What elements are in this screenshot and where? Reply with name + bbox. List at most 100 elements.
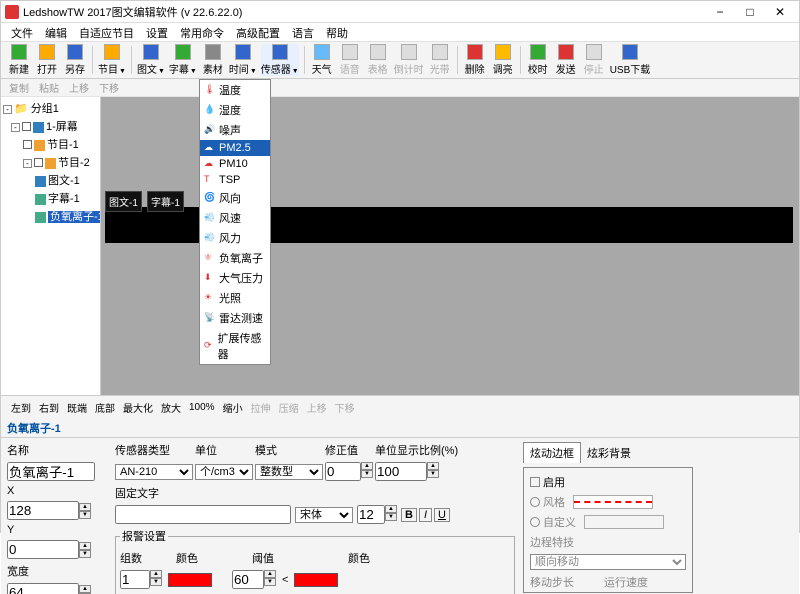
- corr-input[interactable]: [325, 462, 361, 481]
- tb-timesync[interactable]: 校时: [526, 44, 550, 76]
- menu-help[interactable]: 帮助: [320, 23, 354, 41]
- tb-time[interactable]: 时间▼: [229, 44, 257, 76]
- x-down[interactable]: ▼: [79, 511, 91, 519]
- align-5[interactable]: 放大: [161, 400, 181, 415]
- tab-border[interactable]: 炫动边框: [523, 442, 581, 463]
- sensor-type-select[interactable]: AN-210: [115, 464, 193, 480]
- align-2[interactable]: 既端: [67, 400, 87, 415]
- align-6[interactable]: 100%: [189, 402, 215, 413]
- tb-new[interactable]: 新建: [7, 44, 31, 76]
- align-1[interactable]: 右到: [39, 400, 59, 415]
- x-input[interactable]: [7, 501, 79, 520]
- tb-sensor[interactable]: 传感器▼: [261, 44, 299, 76]
- custom-radio[interactable]: [530, 517, 540, 527]
- tb-send[interactable]: 发送: [554, 44, 578, 76]
- custom-browse[interactable]: [584, 515, 664, 529]
- tb-subtitle[interactable]: 字幕▼: [169, 44, 197, 76]
- program-tree[interactable]: -📁 分组1 -1-屏幕 节目-1 -节目-2 图文-1 字幕-1 负氧离子-1: [1, 97, 101, 395]
- align-7[interactable]: 缩小: [223, 400, 243, 415]
- tree-negion[interactable]: 负氧离子-1: [48, 211, 101, 223]
- tb-table[interactable]: 表格: [366, 44, 390, 76]
- strip-tab-1[interactable]: 图文-1: [105, 191, 142, 212]
- tree-img[interactable]: 图文-1: [48, 175, 80, 187]
- menu-file[interactable]: 文件: [5, 23, 39, 41]
- y-input[interactable]: [7, 540, 79, 559]
- y-up[interactable]: ▲: [79, 542, 91, 550]
- minimize-button[interactable]: −: [705, 2, 735, 22]
- tab-bg[interactable]: 炫彩背景: [581, 443, 637, 463]
- sensor-item-8[interactable]: 💨风力: [200, 228, 270, 248]
- style-preview[interactable]: [573, 495, 653, 509]
- name-input[interactable]: [7, 462, 95, 481]
- tb-bright[interactable]: 调亮: [491, 44, 515, 76]
- menu-edit[interactable]: 编辑: [39, 23, 73, 41]
- size-input[interactable]: [357, 505, 385, 524]
- sensor-item-13[interactable]: ⟳扩展传感器: [200, 328, 270, 364]
- groups-input[interactable]: [120, 570, 150, 589]
- align-3[interactable]: 底部: [95, 400, 115, 415]
- sensor-item-6[interactable]: 🌀风向: [200, 188, 270, 208]
- menu-common[interactable]: 常用命令: [174, 23, 230, 41]
- sensor-item-1[interactable]: 💧湿度: [200, 100, 270, 120]
- thresh-input[interactable]: [232, 570, 264, 589]
- tb-imgtxt[interactable]: 图文▼: [137, 44, 165, 76]
- tree-sub[interactable]: 字幕-1: [48, 193, 80, 205]
- tb-delete[interactable]: 删除: [463, 44, 487, 76]
- tb-countdown[interactable]: 倒计时: [394, 44, 424, 76]
- tb-light[interactable]: 光带: [428, 44, 452, 76]
- menu-settings[interactable]: 设置: [140, 23, 174, 41]
- fixedtext-input[interactable]: [115, 505, 291, 524]
- effect-select[interactable]: 顺向移动: [530, 554, 686, 570]
- style-radio[interactable]: [530, 497, 540, 507]
- sensor-item-2[interactable]: 🔊噪声: [200, 120, 270, 140]
- ratio-input[interactable]: [375, 462, 427, 481]
- tree-group[interactable]: 分组1: [31, 103, 59, 115]
- font-select[interactable]: 宋体: [295, 507, 353, 523]
- menu-language[interactable]: 语言: [286, 23, 320, 41]
- tb-voice[interactable]: 语音: [338, 44, 362, 76]
- alarm-color2[interactable]: [294, 573, 338, 587]
- sensor-item-4[interactable]: ☁PM10: [200, 156, 270, 172]
- tb-open[interactable]: 打开: [35, 44, 59, 76]
- menu-adaptive[interactable]: 自适应节目: [73, 23, 140, 41]
- moveup-button[interactable]: 上移: [69, 80, 89, 95]
- tb-save[interactable]: 另存: [63, 44, 87, 76]
- y-down[interactable]: ▼: [79, 550, 91, 558]
- tree-screen[interactable]: 1-屏幕: [46, 121, 78, 133]
- x-up[interactable]: ▲: [79, 503, 91, 511]
- sensor-item-3[interactable]: ☁PM2.5: [200, 140, 270, 156]
- sensor-dropdown[interactable]: 🌡温度💧湿度🔊噪声☁PM2.5☁PM10TTSP🌀风向💨风速💨风力⚛负氧离子⬇大…: [199, 79, 271, 365]
- mode-select[interactable]: 整数型: [255, 464, 323, 480]
- tb-usb[interactable]: USB下载: [610, 44, 651, 76]
- close-button[interactable]: ✕: [765, 2, 795, 22]
- sensor-item-5[interactable]: TTSP: [200, 172, 270, 188]
- paste-button[interactable]: 粘贴: [39, 80, 59, 95]
- tree-prog2[interactable]: 节目-2: [58, 157, 90, 169]
- unit-select[interactable]: 个/cm3: [195, 464, 253, 480]
- alarm-color1[interactable]: [168, 573, 212, 587]
- sensor-item-9[interactable]: ⚛负氧离子: [200, 248, 270, 268]
- sensor-item-7[interactable]: 💨风速: [200, 208, 270, 228]
- underline-button[interactable]: U: [434, 508, 450, 522]
- align-0[interactable]: 左到: [11, 400, 31, 415]
- tb-weather[interactable]: 天气: [310, 44, 334, 76]
- tb-material[interactable]: 素材: [201, 44, 225, 76]
- strip-tab-2[interactable]: 字幕-1: [147, 191, 184, 212]
- bold-button[interactable]: B: [401, 508, 417, 522]
- italic-button[interactable]: I: [419, 508, 432, 522]
- sensor-item-0[interactable]: 🌡温度: [200, 80, 270, 100]
- maximize-button[interactable]: □: [735, 2, 765, 22]
- tb-stop[interactable]: 停止: [582, 44, 606, 76]
- w-input[interactable]: [7, 583, 79, 594]
- tree-prog1[interactable]: 节目-1: [47, 139, 79, 151]
- sensor-item-10[interactable]: ⬇大气压力: [200, 268, 270, 288]
- align-4[interactable]: 最大化: [123, 400, 153, 415]
- w-up[interactable]: ▲: [79, 585, 91, 593]
- tb-prog[interactable]: 节目▼: [98, 44, 126, 76]
- sensor-item-12[interactable]: 📡雷达测速: [200, 308, 270, 328]
- sensor-item-11[interactable]: ☀光照: [200, 288, 270, 308]
- copy-button[interactable]: 复制: [9, 80, 29, 95]
- menu-advanced[interactable]: 高级配置: [230, 23, 286, 41]
- enable-check[interactable]: [530, 477, 540, 487]
- movedown-button[interactable]: 下移: [99, 80, 119, 95]
